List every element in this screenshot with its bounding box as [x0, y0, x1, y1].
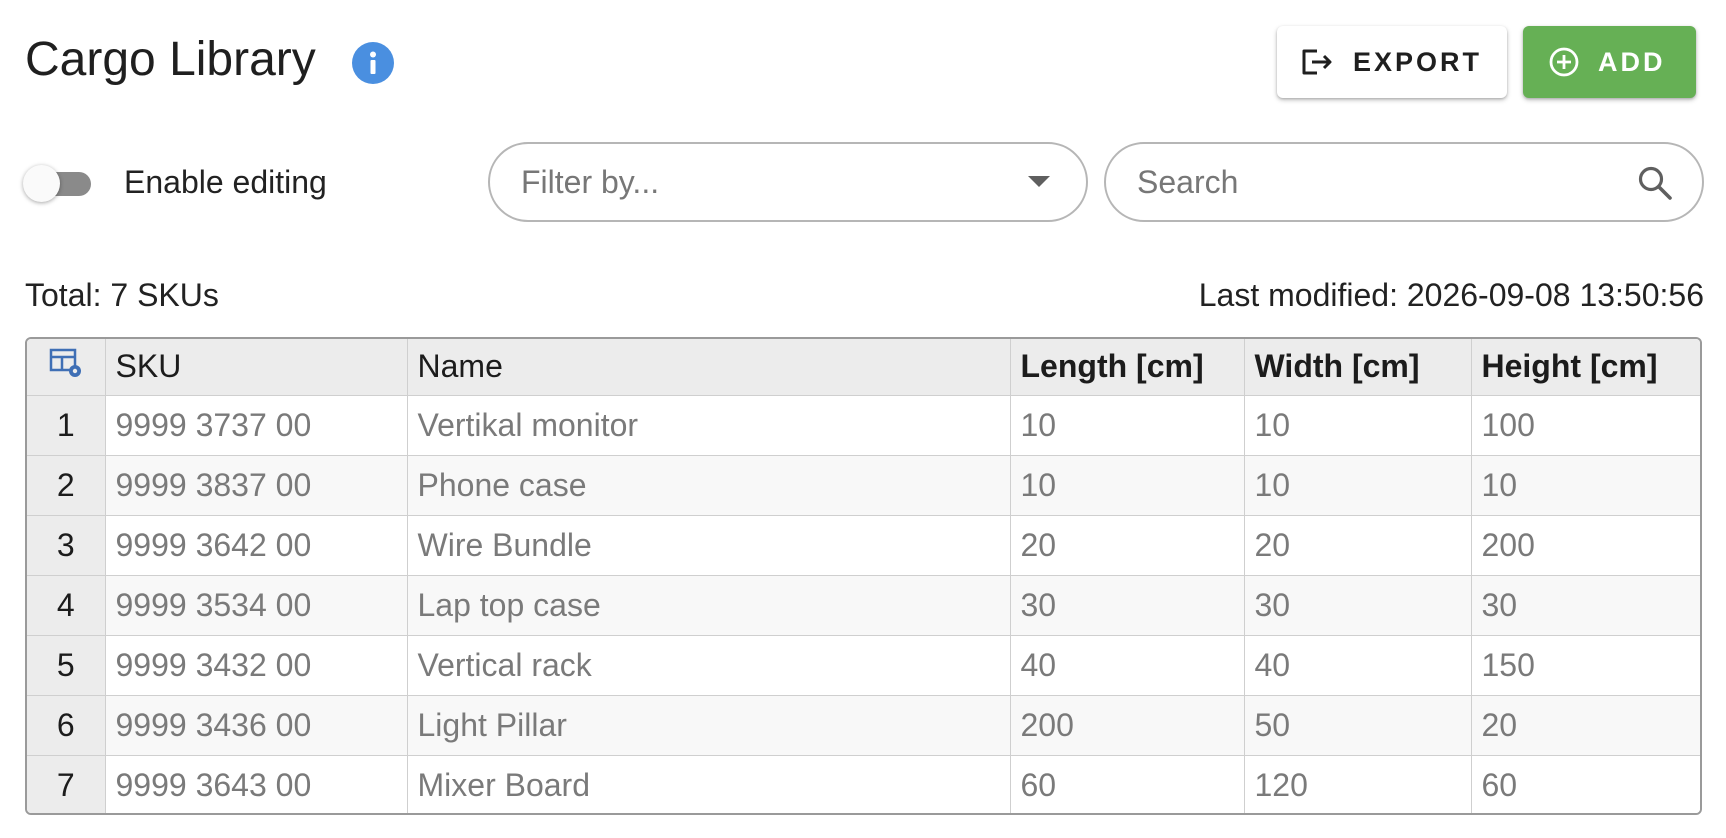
total-count: Total: 7 SKUs [25, 277, 219, 313]
cell-width[interactable]: 10 [1244, 395, 1472, 456]
cell-height[interactable]: 150 [1471, 635, 1700, 696]
caret-down-icon [1028, 176, 1050, 187]
cell-height[interactable]: 30 [1471, 575, 1700, 636]
cell-length[interactable]: 40 [1010, 635, 1245, 696]
cell-length[interactable]: 200 [1010, 695, 1245, 756]
cell-height[interactable]: 20 [1471, 695, 1700, 756]
info-icon[interactable] [352, 42, 394, 84]
table-row: 6 9999 3436 00 Light Pillar 200 50 20 [27, 695, 1700, 756]
cell-width[interactable]: 120 [1244, 755, 1472, 813]
table-row: 4 9999 3534 00 Lap top case 30 30 30 [27, 575, 1700, 636]
cell-name[interactable]: Lap top case [407, 575, 1011, 636]
cell-height[interactable]: 10 [1471, 455, 1700, 516]
column-header-length[interactable]: Length [cm] [1010, 339, 1245, 396]
table-row: 2 9999 3837 00 Phone case 10 10 10 [27, 455, 1700, 516]
add-circle-icon [1549, 47, 1579, 77]
table-header-row: SKU Name Length [cm] Width [cm] Height [… [27, 339, 1700, 396]
toggle-knob[interactable] [23, 165, 60, 202]
table-row: 3 9999 3642 00 Wire Bundle 20 20 200 [27, 515, 1700, 576]
cell-sku[interactable]: 9999 3643 00 [105, 755, 408, 813]
enable-editing-label: Enable editing [124, 164, 327, 200]
cell-sku[interactable]: 9999 3737 00 [105, 395, 408, 456]
column-header-width[interactable]: Width [cm] [1244, 339, 1472, 396]
column-header-name[interactable]: Name [407, 339, 1011, 396]
enable-editing-toggle[interactable] [23, 162, 101, 202]
row-number: 2 [27, 455, 106, 516]
add-button[interactable]: ADD [1523, 26, 1696, 98]
column-header-height[interactable]: Height [cm] [1471, 339, 1700, 396]
cell-width[interactable]: 30 [1244, 575, 1472, 636]
export-button-label: EXPORT [1353, 46, 1483, 77]
cell-name[interactable]: Vertikal monitor [407, 395, 1011, 456]
cell-sku[interactable]: 9999 3534 00 [105, 575, 408, 636]
cell-name[interactable]: Vertical rack [407, 635, 1011, 696]
cell-sku[interactable]: 9999 3432 00 [105, 635, 408, 696]
filter-placeholder: Filter by... [521, 163, 660, 200]
search-input[interactable] [1137, 163, 1617, 201]
export-icon [1302, 49, 1332, 75]
cell-width[interactable]: 10 [1244, 455, 1472, 516]
cell-width[interactable]: 40 [1244, 635, 1472, 696]
cell-width[interactable]: 20 [1244, 515, 1472, 576]
table-settings-icon [49, 348, 81, 377]
filter-select[interactable]: Filter by... [488, 142, 1088, 222]
page-title: Cargo Library [25, 33, 316, 86]
row-number: 7 [27, 755, 106, 813]
cell-length[interactable]: 10 [1010, 455, 1245, 516]
cell-name[interactable]: Phone case [407, 455, 1011, 516]
row-number: 1 [27, 395, 106, 456]
cell-name[interactable]: Wire Bundle [407, 515, 1011, 576]
cell-length[interactable]: 60 [1010, 755, 1245, 813]
column-header-sku[interactable]: SKU [105, 339, 408, 396]
cell-height[interactable]: 200 [1471, 515, 1700, 576]
row-number: 4 [27, 575, 106, 636]
cell-height[interactable]: 60 [1471, 755, 1700, 813]
add-button-label: ADD [1598, 46, 1666, 77]
cell-name[interactable]: Mixer Board [407, 755, 1011, 813]
last-modified: Last modified: 2026-09-08 13:50:56 [1198, 277, 1704, 313]
table-row: 7 9999 3643 00 Mixer Board 60 120 60 [27, 755, 1700, 813]
table-settings-button[interactable] [27, 339, 106, 396]
cell-height[interactable]: 100 [1471, 395, 1700, 456]
cell-length[interactable]: 30 [1010, 575, 1245, 636]
search-box[interactable] [1104, 142, 1704, 222]
cell-sku[interactable]: 9999 3642 00 [105, 515, 408, 576]
row-number: 3 [27, 515, 106, 576]
row-number: 5 [27, 635, 106, 696]
export-button[interactable]: EXPORT [1277, 26, 1507, 98]
cell-sku[interactable]: 9999 3436 00 [105, 695, 408, 756]
cell-name[interactable]: Light Pillar [407, 695, 1011, 756]
cell-length[interactable]: 10 [1010, 395, 1245, 456]
cargo-table: SKU Name Length [cm] Width [cm] Height [… [25, 337, 1702, 815]
table-row: 5 9999 3432 00 Vertical rack 40 40 150 [27, 635, 1700, 696]
cell-sku[interactable]: 9999 3837 00 [105, 455, 408, 516]
search-icon[interactable] [1636, 164, 1674, 202]
table-row: 1 9999 3737 00 Vertikal monitor 10 10 10… [27, 395, 1700, 456]
row-number: 6 [27, 695, 106, 756]
cell-width[interactable]: 50 [1244, 695, 1472, 756]
cell-length[interactable]: 20 [1010, 515, 1245, 576]
